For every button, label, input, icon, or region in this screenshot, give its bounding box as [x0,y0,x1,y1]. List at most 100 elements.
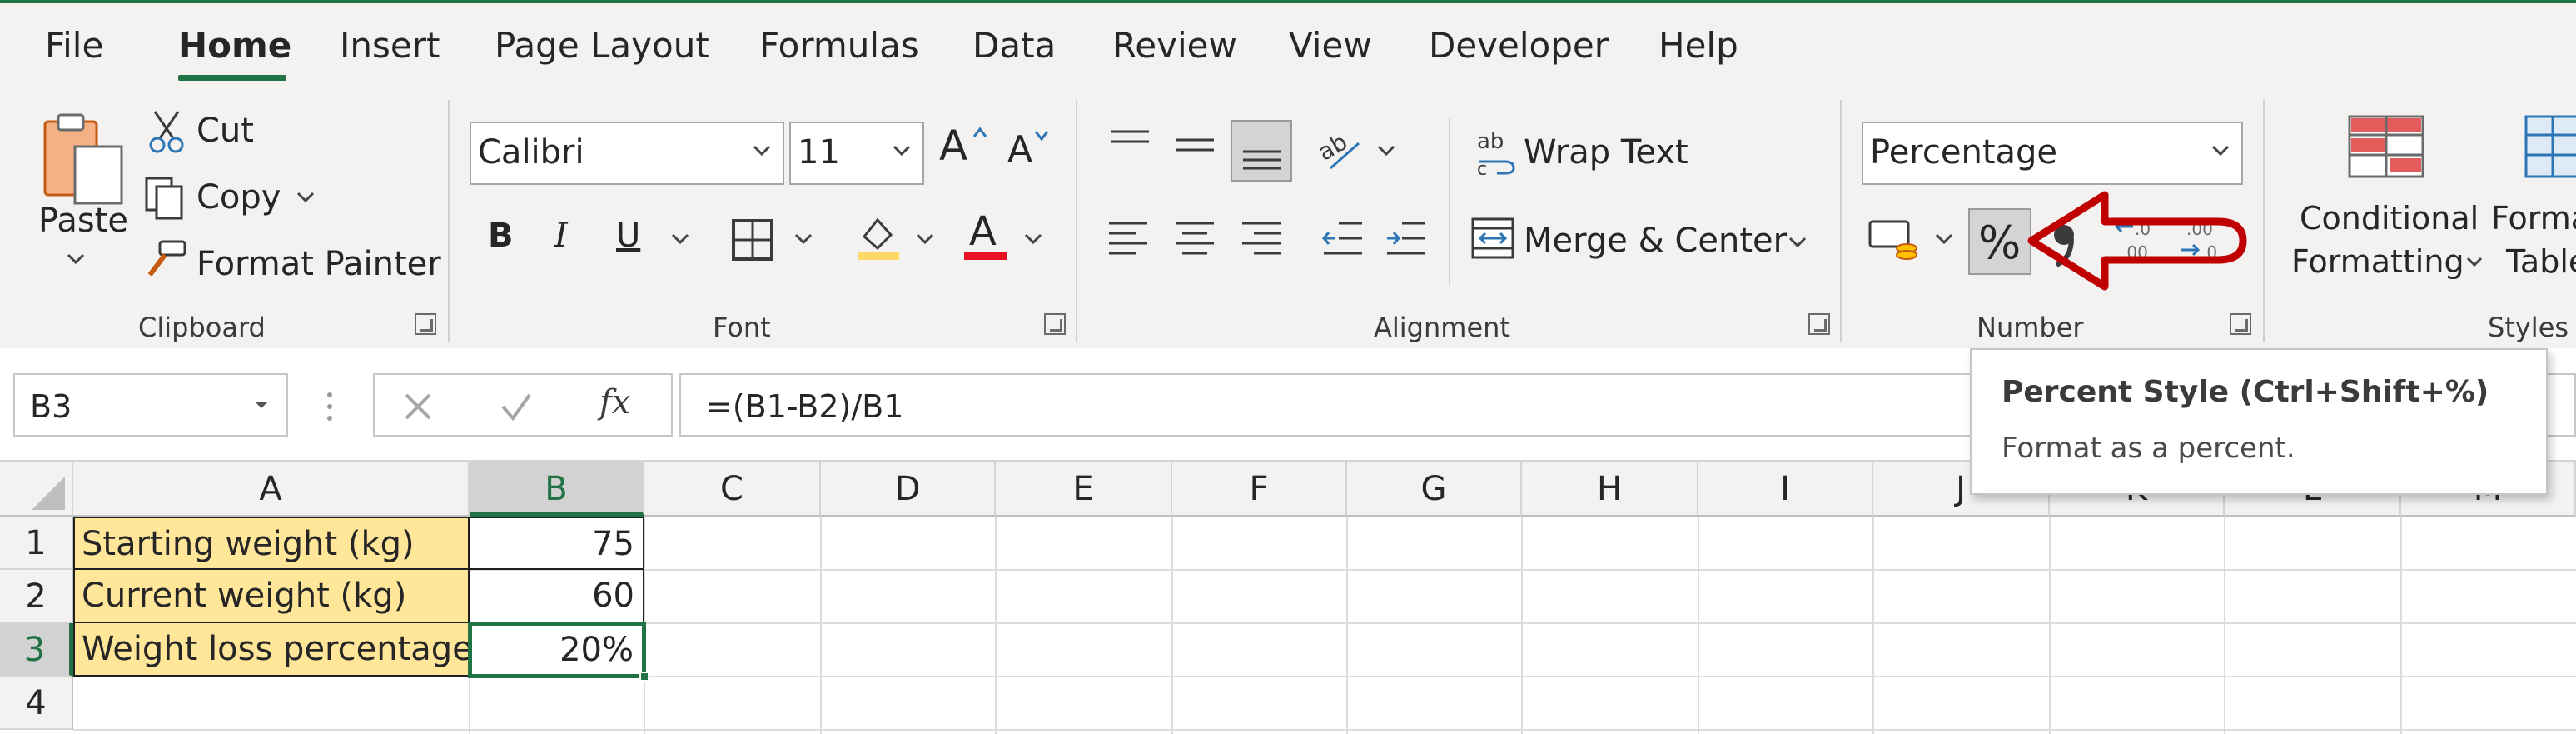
tab-insert[interactable]: Insert [340,25,440,66]
copy-label[interactable]: Copy [196,178,281,217]
chevron-down-icon[interactable] [1377,145,1395,157]
column-header-a[interactable]: A [73,462,470,517]
row-header-1[interactable]: 1 [0,517,73,570]
paste-icon[interactable] [38,108,128,207]
cell-a3[interactable]: Weight loss percentage [73,623,470,677]
insert-function-icon[interactable]: fx [599,383,630,422]
cancel-icon[interactable] [403,392,433,422]
shrink-font-button[interactable]: A [1007,128,1032,171]
chevron-down-icon[interactable] [671,233,689,245]
cell-a2[interactable]: Current weight (kg) [73,570,470,623]
tab-view[interactable]: View [1289,25,1372,66]
decrease-indent-icon[interactable] [1322,220,1364,257]
cell-b3[interactable]: 20% [468,622,646,678]
name-box[interactable]: B3 [13,373,288,437]
conditional-formatting-icon[interactable] [2346,113,2426,180]
row-header-4[interactable]: 4 [0,677,73,730]
italic-button[interactable]: I [554,217,568,255]
paste-label[interactable]: Paste [38,202,128,240]
grip-icon[interactable] [323,390,336,423]
clipboard-launcher-icon[interactable] [415,313,436,335]
tab-data[interactable]: Data [972,25,1056,66]
format-painter-label[interactable]: Format Painter [196,245,441,283]
column-header-h[interactable]: H [1522,462,1698,517]
underline-button[interactable]: U [616,217,640,255]
align-center-icon[interactable] [1174,220,1216,257]
chevron-down-icon[interactable] [916,233,934,245]
align-bottom-button[interactable] [1231,120,1292,182]
chevron-down-icon[interactable] [1024,233,1042,245]
font-size-dropdown[interactable]: 11 [789,122,924,185]
column-header-i[interactable]: I [1698,462,1873,517]
scissors-icon[interactable] [148,110,185,153]
conditional-formatting-label-2[interactable]: Formatting [2291,243,2464,280]
chevron-down-icon[interactable] [794,233,813,245]
fill-color-icon[interactable] [856,212,901,262]
number-launcher-icon[interactable] [2230,313,2251,335]
percent-style-button[interactable]: % [1968,208,2031,275]
grow-font-button[interactable]: A [939,122,967,170]
tab-review[interactable]: Review [1112,25,1237,66]
format-painter-icon[interactable] [143,238,188,280]
chevron-down-icon[interactable] [1788,237,1807,248]
chevron-down-icon[interactable] [2466,257,2483,267]
select-all-corner[interactable] [0,462,73,517]
tab-formulas[interactable]: Formulas [759,25,919,66]
percent-icon: % [1978,217,2022,269]
format-as-table-label[interactable]: Forma [2491,200,2576,237]
formula-buttons: fx [373,373,673,437]
tooltip-description: Format as a percent. [2002,432,2295,465]
cell-b2[interactable]: 60 [470,570,644,623]
wrap-text-icon[interactable]: ab c [1475,128,1519,175]
cut-label[interactable]: Cut [196,112,254,150]
formula-value: =(B1-B2)/B1 [706,388,904,425]
align-left-icon[interactable] [1107,220,1149,257]
column-header-g[interactable]: G [1347,462,1522,517]
row-header-2[interactable]: 2 [0,570,73,623]
cell-a1[interactable]: Starting weight (kg) [73,517,470,570]
font-launcher-icon[interactable] [1044,313,1066,335]
increase-indent-icon[interactable] [1385,220,1427,257]
chevron-down-icon[interactable] [296,192,315,203]
column-header-f[interactable]: F [1172,462,1347,517]
cell-b1[interactable]: 75 [470,517,644,570]
copy-icon[interactable] [143,175,186,220]
enter-check-icon[interactable] [500,392,533,422]
svg-text:ab: ab [1317,127,1352,166]
tab-developer[interactable]: Developer [1429,25,1609,66]
alignment-launcher-icon[interactable] [1808,313,1830,335]
fill-handle[interactable] [639,672,649,682]
align-top-icon[interactable] [1109,128,1151,162]
tab-page-layout[interactable]: Page Layout [495,25,709,66]
chevron-down-icon[interactable] [1935,233,1953,245]
column-header-b[interactable]: B [470,462,644,517]
orientation-icon[interactable]: ab [1317,127,1364,173]
merge-center-icon[interactable] [1470,217,1515,260]
ribbon: File Home Insert Page Layout Formulas Da… [0,0,2576,348]
wrap-text-label[interactable]: Wrap Text [1524,133,1688,172]
tab-home[interactable]: Home [178,25,291,66]
format-as-table-icon[interactable] [2523,113,2576,180]
tab-file[interactable]: File [45,25,103,66]
percent-style-tooltip: Percent Style (Ctrl+Shift+%) Format as a… [1970,348,2548,495]
column-header-d[interactable]: D [821,462,996,517]
column-header-c[interactable]: C [644,462,821,517]
row-header-3[interactable]: 3 [0,623,73,677]
align-middle-icon[interactable] [1174,128,1216,162]
number-format-dropdown[interactable]: Percentage [1862,122,2243,185]
chevron-down-icon[interactable] [67,253,85,265]
bold-button[interactable]: B [488,217,514,255]
worksheet-grid: A B C D E F G H I J K L M 1 2 3 4 Starti… [0,462,2576,734]
borders-icon[interactable] [731,218,774,262]
accounting-format-icon[interactable] [1868,218,1920,262]
align-right-icon[interactable] [1241,220,1282,257]
conditional-formatting-label[interactable]: Conditional [2300,200,2479,237]
tab-help[interactable]: Help [1658,25,1738,66]
font-name-dropdown[interactable]: Calibri [470,122,784,185]
font-color-button[interactable]: A [969,208,997,255]
format-as-table-label-2[interactable]: Table [2506,243,2576,280]
merge-center-label[interactable]: Merge & Center [1524,222,1787,260]
font-name-value: Calibri [478,133,584,172]
column-header-e[interactable]: E [996,462,1172,517]
number-group-label: Number [1977,312,2084,343]
